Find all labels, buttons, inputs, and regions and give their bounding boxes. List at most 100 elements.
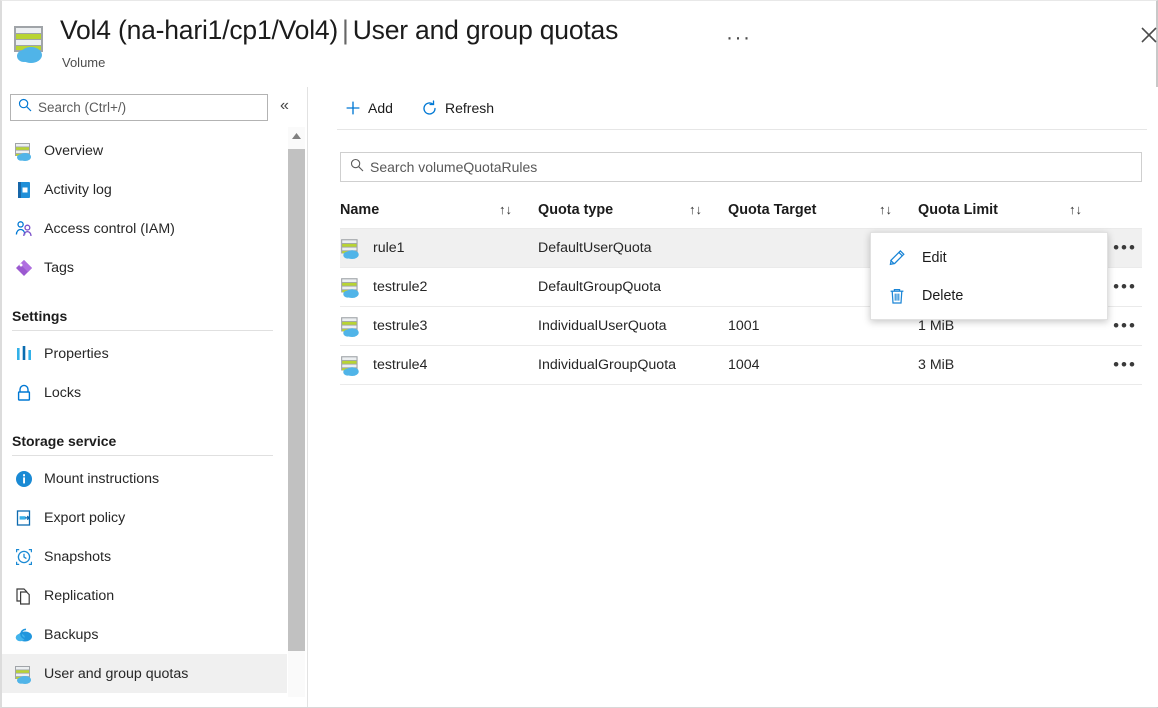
snapshot-icon	[14, 547, 34, 567]
row-more-menu-button[interactable]: •••	[1108, 317, 1142, 334]
volume-icon	[11, 23, 51, 65]
blade-header: Vol4 (na-hari1/cp1/Vol4) | User and group …	[2, 1, 1158, 87]
cell-quota-target: 1004	[728, 345, 918, 385]
cell-quota-type: DefaultUserQuota	[538, 228, 728, 268]
sidebar-item-label: Locks	[44, 384, 82, 401]
sidebar-section-storage-service: Storage service	[2, 412, 287, 452]
cell-quota-type: IndividualGroupQuota	[538, 345, 728, 385]
sidebar-item-label: Properties	[44, 345, 109, 362]
volume-icon	[340, 354, 362, 376]
sidebar-item-label: Tags	[44, 259, 74, 276]
backup-icon	[14, 625, 34, 645]
cell-quota-limit: 3 MiB	[918, 345, 1108, 385]
context-menu-item-delete[interactable]: Delete	[871, 277, 1107, 315]
row-context-menu: Edit Delete	[870, 232, 1108, 320]
cell-name: testrule4	[340, 345, 538, 385]
header-more-menu-button[interactable]: ···	[726, 27, 751, 48]
volume-icon	[340, 315, 362, 337]
replication-icon	[14, 586, 34, 606]
sidebar-item-label: Snapshots	[44, 548, 112, 565]
add-button[interactable]: Add	[345, 93, 393, 123]
row-name: testrule4	[373, 356, 428, 373]
sidebar-section-title: Settings	[12, 308, 68, 324]
cell-name: rule1	[340, 228, 538, 268]
sidebar-divider	[12, 330, 273, 331]
sort-icon[interactable]: ↑↓	[879, 202, 892, 217]
volume-icon	[14, 664, 34, 684]
cell-name: testrule3	[340, 306, 538, 346]
activity-log-icon	[14, 180, 34, 200]
column-label: Quota Target	[728, 201, 817, 218]
close-icon[interactable]	[1133, 19, 1158, 51]
context-menu-item-edit[interactable]: Edit	[871, 239, 1107, 277]
properties-icon	[14, 344, 34, 364]
column-header-quota-type[interactable]: Quota type ↑↓	[538, 192, 728, 229]
sidebar-item-user-and-group-quotas[interactable]: User and group quotas	[2, 654, 287, 693]
sidebar-item-export-policy[interactable]: Export policy	[2, 498, 287, 537]
context-menu-item-label: Edit	[922, 250, 947, 266]
sidebar-item-label: Mount instructions	[44, 470, 160, 487]
cell-actions: •••	[1108, 228, 1142, 268]
sidebar-item-label: Overview	[44, 142, 104, 159]
sidebar-nav-list: Overview Activity log Access control (IA…	[2, 131, 287, 693]
sidebar-item-properties[interactable]: Properties	[2, 334, 287, 373]
row-more-menu-button[interactable]: •••	[1108, 278, 1142, 295]
column-label: Quota Limit	[918, 201, 998, 218]
cell-quota-type: IndividualUserQuota	[538, 306, 728, 346]
column-header-quota-target[interactable]: Quota Target ↑↓	[728, 192, 918, 229]
content-area: Add Refresh Search volumeQuotaRules Name…	[309, 87, 1158, 707]
collapse-sidebar-button[interactable]: «	[280, 96, 289, 116]
sidebar-item-label: Export policy	[44, 509, 126, 526]
sidebar-item-label: Replication	[44, 587, 115, 604]
refresh-icon	[421, 99, 438, 117]
sidebar-item-mount-instructions[interactable]: Mount instructions	[2, 459, 287, 498]
row-name: testrule2	[373, 278, 428, 295]
sidebar-item-activity-log[interactable]: Activity log	[2, 170, 287, 209]
sidebar-item-access-control[interactable]: Access control (IAM)	[2, 209, 287, 248]
sort-icon[interactable]: ↑↓	[499, 202, 512, 217]
table-header: Name ↑↓ Quota type ↑↓ Quota Target ↑↓ Qu…	[340, 192, 1142, 229]
lock-icon	[14, 383, 34, 403]
grid-search-placeholder: Search volumeQuotaRules	[370, 159, 538, 175]
export-policy-icon	[14, 508, 34, 528]
context-menu-item-label: Delete	[922, 288, 964, 304]
volume-icon	[340, 276, 362, 298]
sidebar-item-overview[interactable]: Overview	[2, 131, 287, 170]
resource-type-label: Volume	[62, 55, 106, 70]
search-icon	[350, 158, 364, 177]
search-icon	[18, 98, 32, 117]
volume-icon	[14, 141, 34, 161]
access-control-icon	[14, 219, 34, 239]
cell-name: testrule2	[340, 267, 538, 307]
sidebar-scrollbar-thumb[interactable]	[288, 149, 305, 651]
grid-search-input[interactable]: Search volumeQuotaRules	[340, 152, 1142, 182]
row-more-menu-button[interactable]: •••	[1108, 356, 1142, 373]
trash-icon	[887, 286, 907, 306]
tag-icon	[14, 258, 34, 278]
sort-icon[interactable]: ↑↓	[1069, 202, 1082, 217]
sort-icon[interactable]: ↑↓	[689, 202, 702, 217]
refresh-button-label: Refresh	[445, 100, 495, 116]
sidebar-item-backups[interactable]: Backups	[2, 615, 287, 654]
column-header-quota-limit[interactable]: Quota Limit ↑↓	[918, 192, 1108, 229]
sidebar-item-replication[interactable]: Replication	[2, 576, 287, 615]
table-row[interactable]: testrule4 IndividualGroupQuota 1004 3 Mi…	[340, 345, 1142, 385]
column-label: Quota type	[538, 201, 614, 218]
refresh-button[interactable]: Refresh	[421, 93, 494, 123]
row-name: testrule3	[373, 317, 428, 334]
sidebar-item-snapshots[interactable]: Snapshots	[2, 537, 287, 576]
column-header-name[interactable]: Name ↑↓	[340, 192, 538, 229]
search-input[interactable]: Search (Ctrl+/)	[10, 94, 268, 121]
sidebar-section-settings: Settings	[2, 287, 287, 327]
page-title: Vol4 (na-hari1/cp1/Vol4) | User and group …	[60, 15, 618, 46]
cell-quota-type: DefaultGroupQuota	[538, 267, 728, 307]
sidebar-item-locks[interactable]: Locks	[2, 373, 287, 412]
row-more-menu-button[interactable]: •••	[1108, 239, 1142, 256]
scroll-up-icon[interactable]	[288, 127, 305, 144]
pencil-icon	[887, 248, 907, 268]
sidebar-divider	[12, 455, 273, 456]
add-button-label: Add	[368, 100, 393, 116]
column-label: Name	[340, 201, 380, 218]
title-resource-name: Vol4 (na-hari1/cp1/Vol4)	[60, 15, 339, 45]
sidebar-item-tags[interactable]: Tags	[2, 248, 287, 287]
